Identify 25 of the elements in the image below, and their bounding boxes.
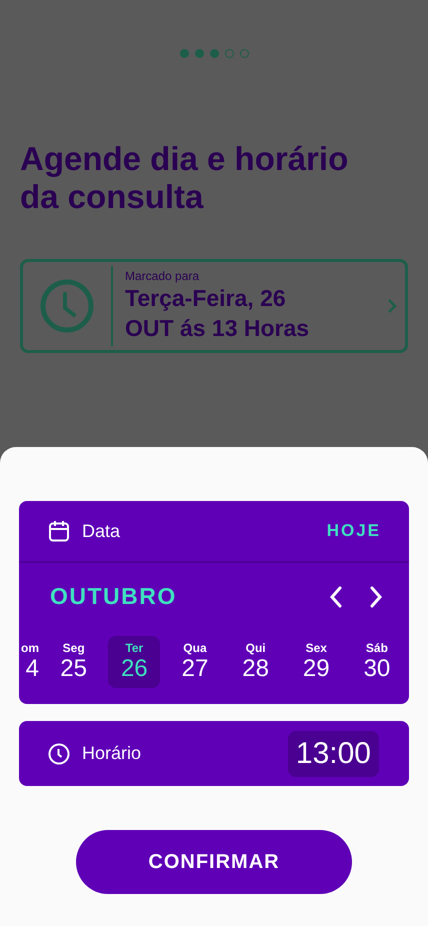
day-button[interactable]: Qua 27 [168,636,221,688]
chevron-right-icon [387,298,397,314]
appointment-label: Marcado para [125,269,200,283]
chevron-right-icon [369,586,383,608]
time-label: Horário [82,743,142,764]
confirm-button[interactable]: CONFIRMAR [76,830,352,894]
day-button[interactable]: Ter 26 [108,636,160,688]
page-title: Agende dia e horário da consulta [20,140,350,216]
today-button[interactable]: HOJE [326,521,381,541]
day-button[interactable]: Qui 28 [230,636,282,688]
previous-month-button[interactable] [329,586,343,608]
appointment-time: OUT ás 13 Horas [125,314,310,343]
chevron-left-icon [329,586,343,608]
day-button[interactable]: Sáb 30 [350,636,403,688]
date-label: Data [82,520,122,542]
time-value-button[interactable]: 13:00 [288,730,379,776]
next-month-button[interactable] [369,586,383,608]
day-button[interactable]: Seg 25 [48,636,100,688]
clock-icon [48,742,70,764]
day-button[interactable]: Sex 29 [290,636,342,688]
appointment-date: Terça-Feira, 26 [125,284,287,313]
month-label: OUTUBRO [50,583,178,610]
day-button[interactable]: om 4 [19,636,39,688]
clock-icon [40,279,94,333]
calendar-icon [48,520,70,542]
